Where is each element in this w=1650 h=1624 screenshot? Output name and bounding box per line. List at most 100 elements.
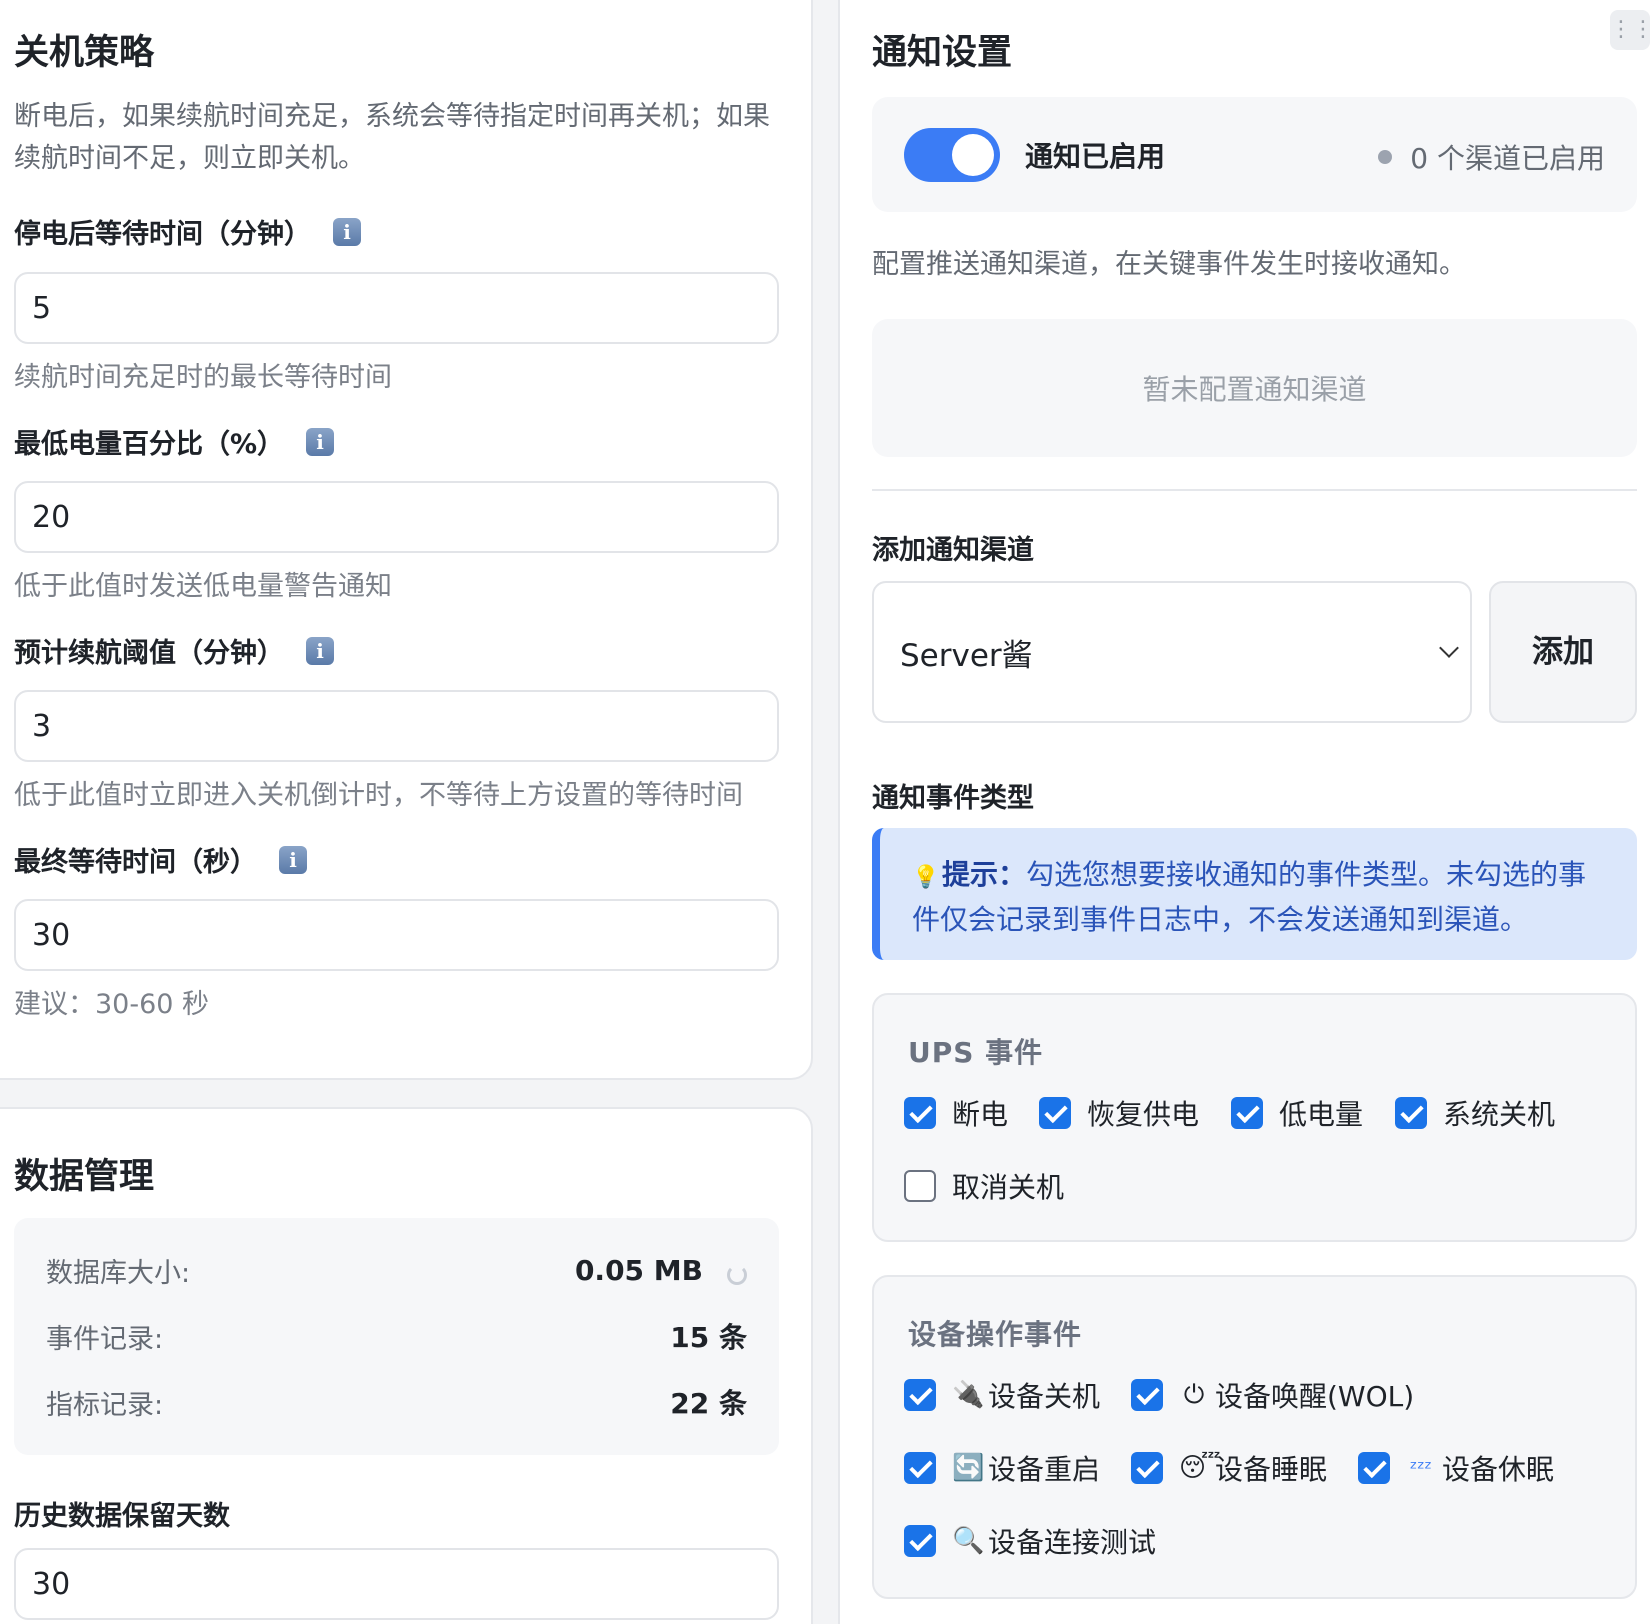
checkbox-device-hibernate[interactable]: ᶻᶻᶻ 设备休眠 [1358,1448,1554,1488]
hint-box: 💡提示：勾选您想要接收通知的事件类型。未勾选的事件仅会记录到事件日志中，不会发送… [872,828,1637,960]
checkbox-label: 取消关机 [952,1171,1065,1204]
stat-row-events: 事件记录: 15 条 [46,1316,747,1356]
checkbox-checked-icon[interactable] [904,1379,936,1411]
final-wait-help: 建议：30-60 秒 [14,989,210,1020]
wait-time-label-text: 停电后等待时间（分钟） [14,219,311,250]
final-wait-label: 最终等待时间（秒） i [14,840,307,879]
runtime-threshold-label: 预计续航阈值（分钟） i [14,631,334,670]
info-icon[interactable]: i [306,427,335,456]
device-events-group: 设备操作事件 🔌 设备关机 ⏻ 设备唤醒(WOL) 🔄 设备重启 😴 设备睡眠 ᶻᶻᶻ 设… [872,1275,1637,1599]
checkbox-label: 设备睡眠 [1215,1453,1328,1486]
final-wait-input[interactable]: 30 [14,899,779,971]
info-icon[interactable]: i [306,636,334,665]
wait-time-help: 续航时间充足时的最长等待时间 [14,362,392,393]
group-title: 设备操作事件 [908,1318,1083,1351]
hint-prefix: 提示： [942,858,1027,891]
checkbox-checked-icon[interactable] [1039,1097,1071,1129]
stat-row-metrics: 指标记录: 22 条 [46,1382,747,1422]
runtime-threshold-help: 低于此值时立即进入关机倒计时，不等待上方设置的等待时间 [14,780,743,811]
checkbox-label: 设备重启 [988,1453,1101,1486]
plug-icon: 🔌 [952,1380,985,1410]
checkbox-checked-icon[interactable] [1395,1097,1427,1129]
retention-input[interactable]: 30 [14,1548,779,1620]
checkbox-label: 设备连接测试 [988,1526,1157,1559]
checkbox-unchecked-icon[interactable] [904,1170,936,1202]
min-battery-help: 低于此值时发送低电量警告通知 [14,571,392,602]
checkbox-label: 系统关机 [1443,1098,1556,1131]
group-title: UPS 事件 [908,1036,1044,1069]
lightbulb-icon: 💡 [912,865,940,890]
channel-count-badge: 0 个渠道已启用 [1378,137,1605,177]
checkbox-system-shutdown[interactable]: 系统关机 [1395,1093,1555,1133]
stat-label: 数据库大小: [46,1257,191,1289]
min-battery-label: 最低电量百分比（%） i [14,422,335,461]
zzz-icon: ᶻᶻᶻ [1410,1456,1432,1480]
divider [872,489,1637,491]
drag-handle-icon[interactable]: ⋮⋮ [1610,10,1650,50]
power-icon: ⏻ [1183,1379,1205,1410]
ups-events-group: UPS 事件 断电 恢复供电 低电量 系统关机 取消关机 [872,993,1637,1242]
checkbox-label: 设备关机 [988,1380,1101,1413]
selected-channel-text: Server酱 [900,637,1033,674]
checkbox-device-connection-test[interactable]: 🔍 设备连接测试 [904,1521,1156,1561]
add-channel-button[interactable]: 添加 [1489,581,1637,723]
restart-icon: 🔄 [952,1453,985,1483]
info-icon[interactable]: i [279,845,307,874]
shutdown-description: 断电后，如果续航时间充足，系统会等待指定时间再关机；如果续航时间不足，则立即关机… [14,101,770,174]
stat-value: 15 条 [670,1321,747,1354]
sleepy-face-icon: 😴 [1179,1453,1221,1483]
checkbox-device-restart[interactable]: 🔄 设备重启 [904,1448,1100,1488]
checkbox-label: 恢复供电 [1087,1098,1200,1131]
checkbox-device-sleep[interactable]: 😴 设备睡眠 [1131,1448,1327,1488]
min-battery-label-text: 最低电量百分比（%） [14,429,285,460]
channel-type-select[interactable]: Server酱 [872,581,1472,723]
info-icon[interactable]: i [333,217,361,246]
toggle-knob [952,134,994,176]
stat-value: 22 条 [670,1387,747,1420]
checkbox-checked-icon[interactable] [1131,1452,1163,1484]
checkbox-label: 设备休眠 [1442,1453,1555,1486]
stat-label: 事件记录: [46,1323,164,1355]
checkbox-cancel-shutdown[interactable]: 取消关机 [904,1166,1064,1206]
checkbox-low-battery[interactable]: 低电量 [1231,1093,1363,1133]
checkbox-checked-icon[interactable] [904,1097,936,1129]
stat-label: 指标记录: [46,1389,164,1421]
checkbox-checked-icon[interactable] [904,1452,936,1484]
channel-count-text: 0 个渠道已启用 [1410,142,1605,175]
runtime-threshold-input[interactable]: 3 [14,690,779,762]
checkbox-checked-icon[interactable] [1231,1097,1263,1129]
checkbox-device-wol[interactable]: ⏻ 设备唤醒(WOL) [1131,1375,1414,1415]
data-stats-panel: 数据库大小: 0.05 MB 事件记录: 15 条 指标记录: 22 条 [14,1218,779,1455]
shutdown-title: 关机策略 [14,33,155,73]
notification-toggle-panel: 通知已启用 0 个渠道已启用 [872,97,1637,212]
db-size-value: 0.05 MB [574,1253,703,1287]
runtime-threshold-label-text: 预计续航阈值（分钟） [14,638,284,669]
status-dot-icon [1378,150,1393,164]
empty-channels-panel: 暂未配置通知渠道 [872,319,1637,457]
final-wait-label-text: 最终等待时间（秒） [14,847,257,878]
retention-label: 历史数据保留天数 [14,1501,230,1532]
checkbox-checked-icon[interactable] [1358,1452,1390,1484]
checkbox-label: 低电量 [1279,1098,1364,1131]
min-battery-input[interactable]: 20 [14,481,779,553]
checkbox-label: 断电 [952,1098,1009,1131]
checkbox-power-loss[interactable]: 断电 [904,1093,1008,1133]
data-management-title: 数据管理 [14,1157,155,1197]
checkbox-checked-icon[interactable] [904,1525,936,1557]
checkbox-device-shutdown[interactable]: 🔌 设备关机 [904,1375,1100,1415]
checkbox-checked-icon[interactable] [1131,1379,1163,1411]
chevron-down-icon [1439,638,1459,658]
notification-description: 配置推送通知渠道，在关键事件发生时接收通知。 [872,249,1466,280]
stat-row-db-size: 数据库大小: 0.05 MB [46,1250,747,1290]
wait-time-input[interactable]: 5 [14,272,779,344]
checkbox-power-restore[interactable]: 恢复供电 [1039,1093,1199,1133]
loading-spinner-icon [727,1265,747,1285]
checkbox-label: 设备唤醒(WOL) [1215,1380,1415,1413]
add-channel-label: 添加通知渠道 [872,535,1034,566]
toggle-label: 通知已启用 [1025,140,1166,173]
event-types-label: 通知事件类型 [872,783,1034,814]
notification-toggle-switch[interactable] [904,128,1000,182]
wait-time-label: 停电后等待时间（分钟） i [14,212,361,251]
notification-title: 通知设置 [872,33,1013,73]
magnifier-icon: 🔍 [952,1526,985,1556]
